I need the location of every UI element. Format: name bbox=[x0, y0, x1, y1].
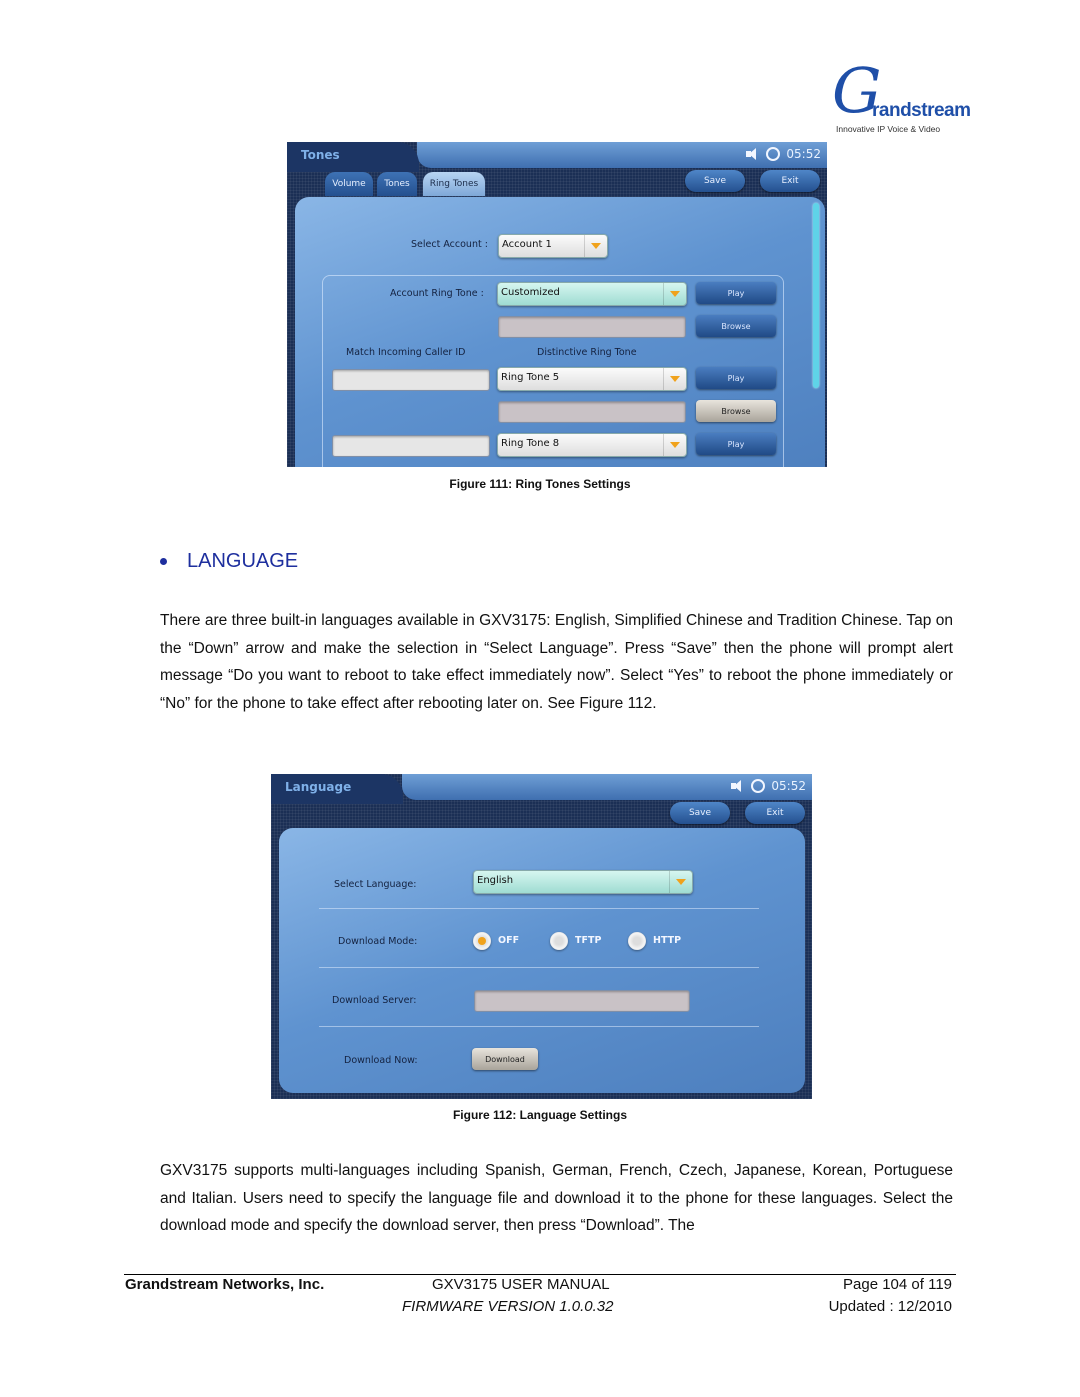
top-status-bar: 05:52 bbox=[402, 774, 812, 800]
caller-id-field-2[interactable] bbox=[332, 435, 490, 457]
radio-off[interactable] bbox=[473, 932, 491, 950]
screen-title-tab: Language bbox=[271, 774, 403, 804]
select-account-label: Select Account : bbox=[411, 239, 488, 250]
divider bbox=[319, 1026, 759, 1027]
footer-company: Grandstream Networks, Inc. bbox=[125, 1276, 325, 1293]
divider bbox=[319, 967, 759, 968]
scrollbar[interactable] bbox=[813, 203, 819, 388]
logo-tagline: Innovative IP Voice & Video bbox=[836, 124, 941, 134]
save-button[interactable]: Save bbox=[670, 802, 730, 824]
save-button[interactable]: Save bbox=[685, 170, 745, 192]
browse-button[interactable]: Browse bbox=[696, 315, 776, 337]
ring-tones-screenshot: 05:52 Tones Save Exit Volume Tones Ring … bbox=[287, 142, 827, 467]
language-screenshot: 05:52 Language Save Exit Select Language… bbox=[271, 774, 812, 1099]
section-heading: LANGUAGE bbox=[160, 550, 298, 573]
select-account-value: Account 1 bbox=[502, 239, 552, 250]
caller-id-header: Match Incoming Caller ID bbox=[346, 347, 466, 358]
select-language-value: English bbox=[477, 875, 514, 886]
download-button[interactable]: Download bbox=[472, 1048, 538, 1070]
download-mode-label: Download Mode: bbox=[338, 936, 418, 947]
screen-title: Language bbox=[285, 780, 352, 794]
settings-panel: Select Language: English Download Mode: … bbox=[279, 828, 805, 1093]
select-account-dropdown[interactable]: Account 1 bbox=[498, 234, 608, 258]
play-button-1[interactable]: Play bbox=[696, 367, 776, 389]
tab-ring-tones[interactable]: Ring Tones bbox=[423, 172, 485, 196]
radio-http[interactable] bbox=[628, 932, 646, 950]
clock: 05:52 bbox=[786, 147, 821, 161]
chevron-down-icon bbox=[663, 434, 686, 456]
ring-tone-file-field-1[interactable] bbox=[498, 401, 686, 423]
download-now-label: Download Now: bbox=[344, 1055, 418, 1066]
chevron-down-icon bbox=[669, 871, 692, 893]
ring-tone-dropdown-1[interactable]: Ring Tone 5 bbox=[497, 367, 687, 391]
radio-off-label: OFF bbox=[498, 935, 520, 946]
play-button-2[interactable]: Play bbox=[696, 433, 776, 455]
browse-button-1[interactable]: Browse bbox=[696, 400, 776, 422]
ring-tone-dropdown-2[interactable]: Ring Tone 8 bbox=[497, 433, 687, 457]
ring-tone-value-2: Ring Tone 8 bbox=[501, 438, 560, 449]
body-paragraph-1: There are three built-in languages avail… bbox=[160, 612, 953, 712]
account-ring-tone-file-field[interactable] bbox=[498, 316, 686, 338]
chevron-down-icon bbox=[584, 235, 607, 257]
divider bbox=[319, 908, 759, 909]
top-status-bar: 05:52 bbox=[417, 142, 827, 168]
radio-tftp-label: TFTP bbox=[575, 935, 602, 946]
select-language-dropdown[interactable]: English bbox=[473, 870, 693, 894]
settings-panel: Select Account : Account 1 Account Ring … bbox=[295, 197, 825, 467]
account-ring-tone-value: Customized bbox=[501, 287, 560, 298]
clock: 05:52 bbox=[771, 779, 806, 793]
footer-page: Page 104 of 119 bbox=[843, 1276, 952, 1293]
sync-icon bbox=[766, 147, 781, 161]
section-title: LANGUAGE bbox=[187, 550, 299, 572]
account-ring-tone-label: Account Ring Tone : bbox=[390, 288, 484, 299]
caller-id-field-1[interactable] bbox=[332, 369, 490, 391]
figure-111-caption: Figure 111: Ring Tones Settings bbox=[449, 477, 631, 491]
download-server-label: Download Server: bbox=[332, 995, 417, 1006]
play-button[interactable]: Play bbox=[696, 282, 776, 304]
logo-wordmark: randstream bbox=[872, 100, 971, 121]
speaker-icon bbox=[731, 780, 745, 792]
screen-title-tab: Tones bbox=[287, 142, 419, 172]
speaker-icon bbox=[746, 148, 760, 160]
footer-firmware: FIRMWARE VERSION 1.0.0.32 bbox=[402, 1298, 614, 1315]
radio-tftp[interactable] bbox=[550, 932, 568, 950]
footer-updated: Updated : 12/2010 bbox=[828, 1298, 952, 1315]
tab-tones[interactable]: Tones bbox=[377, 172, 417, 196]
select-language-label: Select Language: bbox=[334, 879, 417, 890]
sync-icon bbox=[751, 779, 766, 793]
grandstream-logo: G randstream Innovative IP Voice & Video bbox=[832, 60, 971, 136]
screen-title: Tones bbox=[301, 148, 340, 162]
bullet-icon bbox=[160, 558, 167, 565]
chevron-down-icon bbox=[663, 283, 686, 305]
chevron-down-icon bbox=[663, 368, 686, 390]
download-server-field[interactable] bbox=[474, 990, 690, 1012]
footer-manual: GXV3175 USER MANUAL bbox=[432, 1276, 610, 1293]
exit-button[interactable]: Exit bbox=[745, 802, 805, 824]
radio-http-label: HTTP bbox=[653, 935, 682, 946]
ring-tone-value-1: Ring Tone 5 bbox=[501, 372, 560, 383]
account-ring-tone-dropdown[interactable]: Customized bbox=[497, 282, 687, 306]
figure-112-caption: Figure 112: Language Settings bbox=[452, 1108, 628, 1122]
exit-button[interactable]: Exit bbox=[760, 170, 820, 192]
footer-divider bbox=[124, 1274, 956, 1275]
distinctive-ring-tone-header: Distinctive Ring Tone bbox=[537, 347, 637, 358]
tab-volume[interactable]: Volume bbox=[325, 172, 373, 196]
body-paragraph-2: GXV3175 supports multi-languages includi… bbox=[160, 1162, 953, 1234]
